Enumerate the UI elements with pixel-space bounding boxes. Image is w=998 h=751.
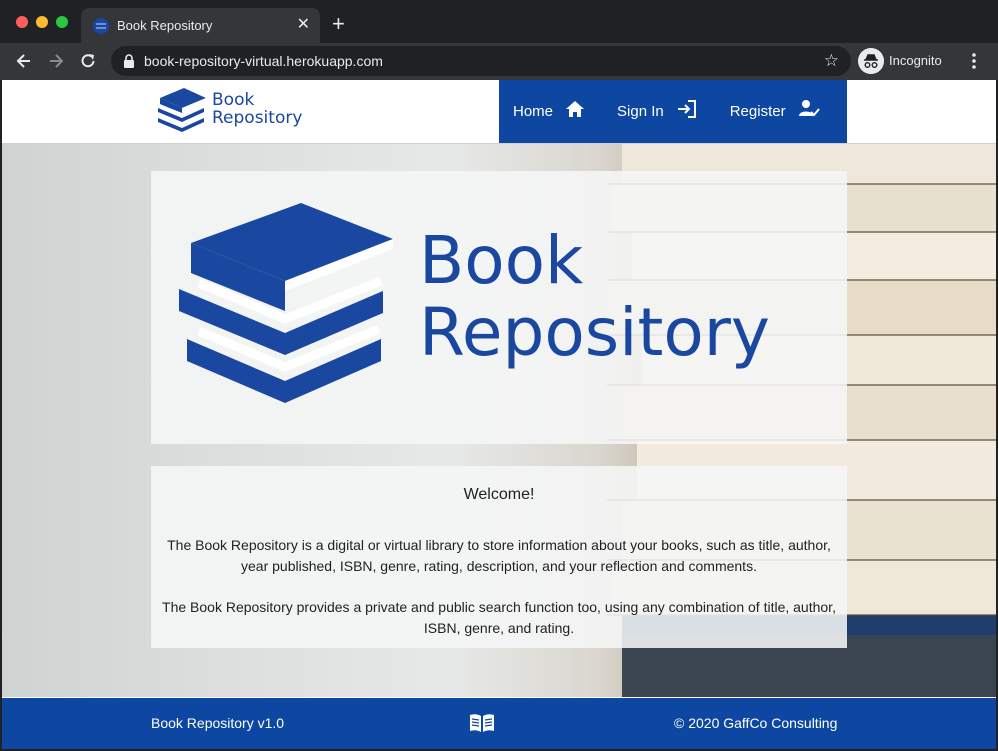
logo-panel: Book Repository — [151, 171, 847, 444]
maximize-window-button[interactable] — [56, 16, 68, 28]
main-nav: Home Sign In Register — [499, 80, 847, 143]
logo-text-line-2: Repository — [419, 294, 770, 371]
reload-icon[interactable] — [78, 51, 98, 71]
nav-register[interactable]: Register — [730, 80, 820, 143]
incognito-label: Incognito — [889, 53, 942, 68]
hero-section: Book Repository Welcome! The Book Reposi… — [2, 144, 996, 697]
site-header: Book Repository Home Sign In Register — [2, 80, 996, 144]
brand-logo[interactable]: Book Repository — [154, 86, 314, 138]
bookmark-star-icon[interactable]: ☆ — [824, 51, 839, 71]
search-paragraph: The Book Repository provides a private a… — [162, 599, 836, 636]
browser-tab-bar: Book Repository ✕ + — [0, 0, 998, 43]
brand-line-1: Book — [212, 90, 255, 110]
incognito-indicator[interactable]: Incognito — [858, 47, 956, 75]
close-window-button[interactable] — [16, 16, 28, 28]
back-arrow-icon[interactable] — [14, 51, 34, 71]
book-stack-logo-icon — [158, 88, 206, 132]
book-repository-logo: Book Repository — [179, 203, 770, 403]
home-icon — [566, 100, 585, 117]
incognito-icon — [858, 48, 884, 74]
nav-sign-in-label: Sign In — [617, 103, 664, 120]
footer-version: Book Repository v1.0 — [151, 715, 285, 731]
url-text: book-repository-virtual.herokuapp.com — [144, 53, 383, 69]
welcome-title: Welcome! — [463, 486, 535, 503]
lock-icon — [124, 54, 134, 68]
book-favicon-icon — [93, 18, 109, 34]
browser-menu-icon[interactable] — [968, 51, 980, 71]
register-icon — [798, 99, 820, 116]
browser-toolbar: book-repository-virtual.herokuapp.com ☆ … — [0, 43, 998, 80]
logo-text-line-1: Book — [419, 222, 584, 299]
page-viewport: Book Repository Home Sign In Register Bo… — [2, 80, 996, 749]
nav-home-label: Home — [513, 103, 554, 120]
open-book-icon — [470, 714, 494, 732]
intro-paragraph: The Book Repository is a digital or virt… — [167, 537, 831, 574]
nav-sign-in[interactable]: Sign In — [617, 80, 698, 143]
footer-copyright: © 2020 GaffCo Consulting — [674, 715, 838, 731]
sign-in-icon — [677, 99, 696, 118]
browser-tab[interactable]: Book Repository ✕ — [81, 8, 320, 43]
brand-line-2: Repository — [212, 108, 303, 128]
new-tab-button[interactable]: + — [332, 13, 345, 35]
welcome-panel: Welcome! The Book Repository is a digita… — [151, 466, 847, 648]
brand-name: Book Repository — [212, 91, 302, 127]
minimize-window-button[interactable] — [36, 16, 48, 28]
site-footer: Book Repository v1.0 © 2020 GaffCo Consu… — [2, 698, 996, 749]
nav-home[interactable]: Home — [513, 80, 585, 143]
forward-arrow-icon[interactable] — [46, 51, 66, 71]
address-bar[interactable]: book-repository-virtual.herokuapp.com ☆ — [111, 46, 851, 76]
book-stack-icon — [179, 203, 393, 403]
nav-register-label: Register — [729, 103, 786, 120]
tab-close-icon[interactable]: ✕ — [297, 16, 310, 34]
tab-title: Book Repository — [117, 18, 213, 33]
